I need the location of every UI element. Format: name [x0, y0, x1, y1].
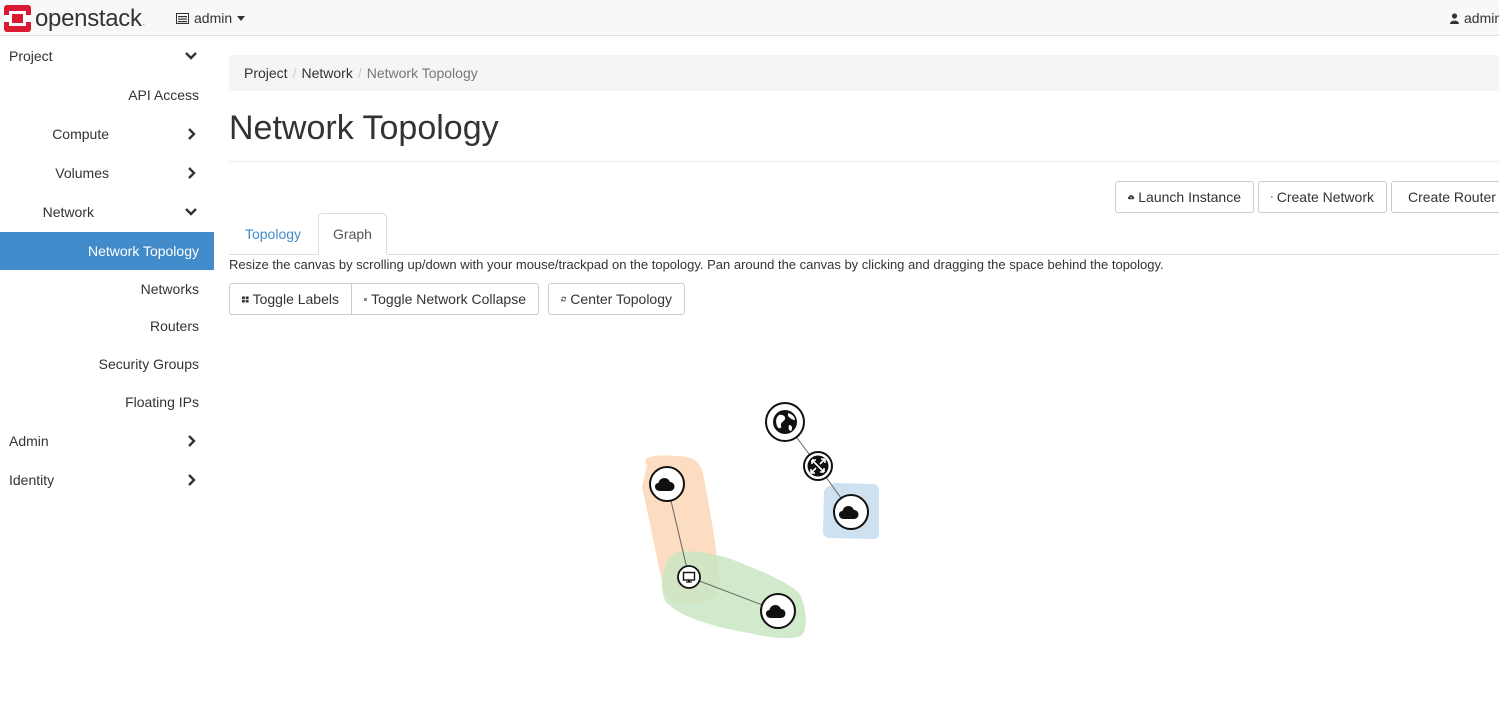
network-node-blue[interactable] — [833, 494, 869, 530]
breadcrumb-separator: / — [292, 65, 297, 81]
router-icon — [807, 455, 829, 477]
chevron-right-icon — [188, 435, 196, 447]
chevron-right-icon — [188, 474, 196, 486]
caret-down-icon — [237, 15, 246, 21]
sidebar-item-label: Network — [42, 204, 94, 220]
breadcrumb-current: Network Topology — [366, 65, 478, 81]
th-icon — [364, 297, 368, 301]
sidebar-item-security-groups[interactable]: Security Groups — [0, 345, 214, 383]
tab-topology[interactable]: Topology — [230, 213, 316, 255]
sidebar-item-label: Network Topology — [87, 243, 199, 259]
cloud-upload-icon — [1128, 194, 1135, 200]
sidebar-item-label: Security Groups — [98, 356, 199, 372]
create-router-button[interactable]: Create Router — [1391, 181, 1499, 213]
chevron-right-icon — [188, 167, 196, 179]
sidebar-item-api-access[interactable]: API Access — [0, 76, 214, 114]
launch-instance-button[interactable]: Launch Instance — [1115, 181, 1254, 213]
breadcrumb: Project / Network / Network Topology — [229, 55, 1499, 91]
sidebar-item-compute[interactable]: Compute — [0, 115, 214, 153]
project-list-icon — [176, 12, 189, 24]
toggle-network-collapse-label: Toggle Network Collapse — [371, 291, 526, 307]
tab-label: Graph — [333, 226, 372, 242]
sidebar-item-label: Networks — [140, 281, 199, 297]
sidebar-item-networks[interactable]: Networks — [0, 270, 214, 308]
canvas-help-text: Resize the canvas by scrolling up/down w… — [229, 257, 1164, 272]
chevron-down-icon — [185, 208, 197, 216]
top-navbar: openstack . admin admin — [0, 0, 1499, 36]
tab-label: Topology — [244, 226, 302, 242]
project-selector[interactable]: admin — [176, 0, 246, 36]
sidebar-item-identity[interactable]: Identity — [0, 461, 214, 499]
tab-graph[interactable]: Graph — [318, 213, 387, 255]
plus-icon — [1271, 196, 1273, 198]
sidebar-item-label: Identity — [9, 472, 55, 488]
sidebar-item-admin[interactable]: Admin — [0, 422, 214, 460]
sidebar-item-label: Admin — [9, 433, 49, 449]
sidebar-item-routers[interactable]: Routers — [0, 307, 214, 345]
refresh-icon — [561, 296, 567, 302]
launch-instance-label: Launch Instance — [1138, 189, 1241, 205]
brand[interactable]: openstack . — [4, 3, 145, 33]
user-icon — [1450, 12, 1459, 24]
sidebar-item-network-topology[interactable]: Network Topology — [0, 232, 214, 270]
breadcrumb-project[interactable]: Project — [244, 65, 288, 81]
center-topology-label: Center Topology — [570, 291, 672, 307]
create-network-button[interactable]: Create Network — [1258, 181, 1387, 213]
sidebar-item-label: Floating IPs — [125, 394, 199, 410]
topology-canvas[interactable] — [229, 330, 1499, 726]
brand-trademark: . — [142, 18, 145, 27]
openstack-logo-icon — [4, 4, 31, 32]
network-node-orange[interactable] — [649, 466, 685, 502]
create-network-label: Create Network — [1276, 189, 1374, 205]
router-node[interactable] — [803, 451, 833, 481]
create-router-label: Create Router — [1408, 189, 1496, 205]
toggle-labels-button[interactable]: Toggle Labels — [229, 283, 352, 315]
chevron-down-icon — [185, 52, 197, 60]
sidebar-item-label: Volumes — [55, 165, 109, 181]
instance-node[interactable] — [677, 565, 701, 589]
chevron-right-icon — [188, 128, 196, 140]
center-topology-button[interactable]: Center Topology — [548, 283, 685, 315]
tabs-baseline — [229, 254, 1499, 255]
page-title: Network Topology — [229, 109, 499, 147]
brand-name: openstack — [35, 4, 142, 32]
th-large-icon — [242, 295, 249, 303]
user-menu[interactable]: admin — [1450, 0, 1499, 36]
toggle-labels-label: Toggle Labels — [252, 291, 339, 307]
user-menu-label: admin — [1464, 10, 1499, 26]
sidebar-item-label: Routers — [149, 318, 199, 334]
sidebar-item-network[interactable]: Network — [0, 193, 214, 231]
breadcrumb-network[interactable]: Network — [301, 65, 352, 81]
sidebar-item-floating-ips[interactable]: Floating IPs — [0, 383, 214, 421]
toggle-network-collapse-button[interactable]: Toggle Network Collapse — [351, 283, 539, 315]
sidebar-item-label: Project — [9, 48, 53, 64]
project-selector-label: admin — [194, 10, 233, 26]
sidebar-item-volumes[interactable]: Volumes — [0, 154, 214, 192]
sidebar-item-project[interactable]: Project — [0, 37, 214, 75]
sidebar-item-label: Compute — [52, 126, 109, 142]
network-node-green[interactable] — [760, 593, 796, 629]
external-network-node[interactable] — [765, 402, 805, 442]
breadcrumb-separator: / — [357, 65, 362, 81]
sidebar-item-label: API Access — [128, 87, 199, 103]
title-divider — [229, 161, 1499, 162]
